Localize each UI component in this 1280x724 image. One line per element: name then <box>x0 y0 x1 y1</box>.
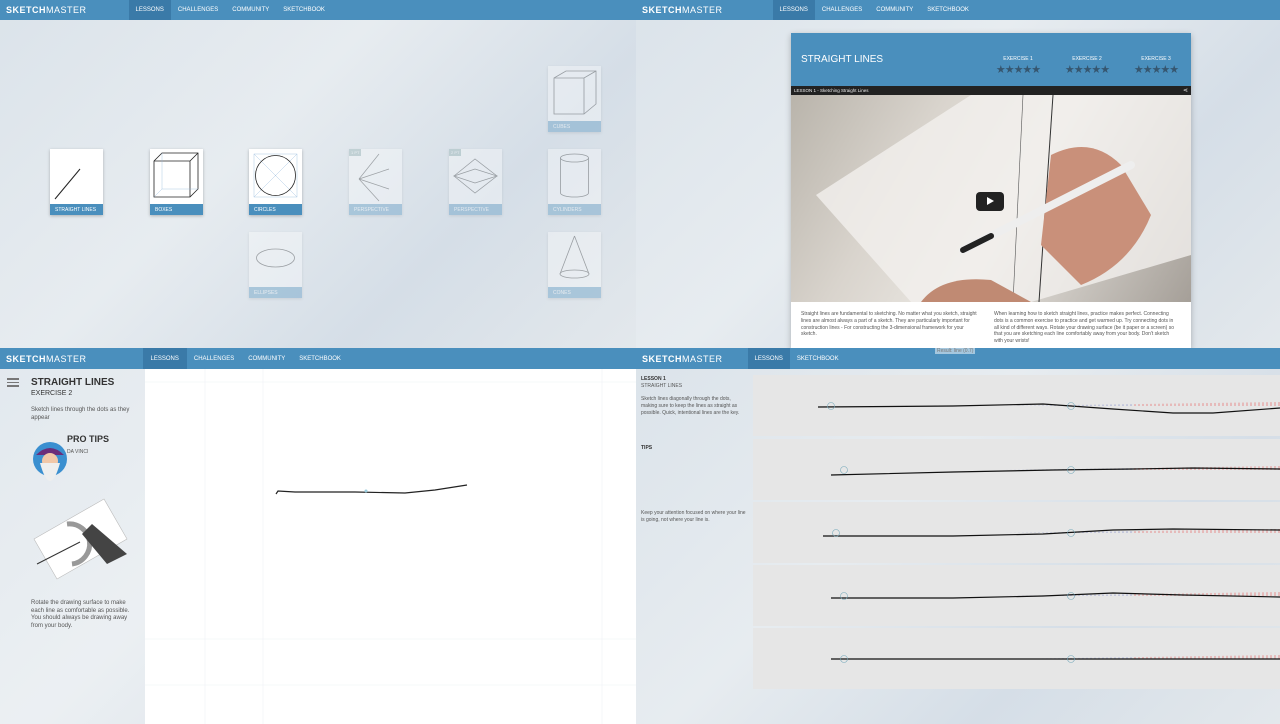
perspective-2pt-thumbnail <box>452 158 499 194</box>
lesson-label: LESSON 1 <box>641 376 666 382</box>
play-button[interactable] <box>976 192 1004 211</box>
lesson-name: STRAIGHT LINES <box>641 383 683 389</box>
exercise-screen: SKETCH MASTER LESSONS CHALLENGES COMMUNIT… <box>0 348 636 724</box>
exercise-2-button[interactable]: EXERCISE 2 ★★★★★ <box>1060 56 1114 76</box>
da-vinci-avatar <box>33 442 67 481</box>
lesson-card-straight-lines[interactable]: STRAIGHT LINES <box>50 149 103 215</box>
lesson-card-cubes[interactable]: CUBES <box>548 66 601 132</box>
target-dot <box>840 466 848 474</box>
cube-thumbnail <box>553 70 597 115</box>
exercise-1-button[interactable]: EXERCISE 1 ★★★★★ <box>991 56 1045 76</box>
target-dot <box>827 402 835 410</box>
nav-sketchbook[interactable]: SKETCHBOOK <box>276 0 332 20</box>
line-attempt-plot <box>831 592 1280 600</box>
line-attempt-row <box>753 375 1280 436</box>
lesson-card-cylinders[interactable]: CYLINDERS <box>548 149 601 215</box>
circle-thumbnail <box>253 153 298 198</box>
exercise-subtitle: EXERCISE 2 <box>31 390 73 397</box>
lesson-panel: STRAIGHT LINES EXERCISE 1 ★★★★★ EXERCISE … <box>791 33 1191 348</box>
lesson-card-cones[interactable]: CONES <box>548 232 601 298</box>
lesson-card-label: ELLIPSES <box>249 287 302 298</box>
level-badge: 2 PT <box>449 149 462 156</box>
nav-sketchbook[interactable]: SKETCHBOOK <box>292 348 348 369</box>
exercise-instruction: Sketch lines through the dots as they ap… <box>31 407 130 421</box>
tipster-name: DA VINCI <box>67 449 89 455</box>
result-score: Result: line (0.7) <box>935 348 976 354</box>
lesson-card-label: CIRCLES <box>249 204 302 215</box>
nav-challenges[interactable]: CHALLENGES <box>815 0 869 20</box>
drawing-surface <box>145 369 636 724</box>
lesson-card-ellipses[interactable]: ELLIPSES <box>249 232 302 298</box>
tip-text: Rotate the drawing surface to make each … <box>31 600 130 629</box>
exercise-title: STRAIGHT LINES <box>31 377 115 388</box>
line-attempt-plot <box>831 655 1280 663</box>
nav-sketchbook[interactable]: SKETCHBOOK <box>920 0 976 20</box>
star-rating: ★★★★★ <box>995 64 1041 76</box>
level-badge: 1 PT <box>349 149 362 156</box>
nav-community[interactable]: COMMUNITY <box>225 0 276 20</box>
cylinder-thumbnail <box>560 153 589 198</box>
drawing-canvas[interactable] <box>145 369 636 724</box>
lesson-text-right: When learning how to sketch straight lin… <box>994 311 1174 345</box>
top-nav: SKETCH MASTER LESSONS CHALLENGES COMMUNIT… <box>0 0 636 20</box>
menu-icon[interactable] <box>7 378 19 389</box>
ellipse-thumbnail <box>256 248 295 268</box>
nav-lessons[interactable]: LESSONS <box>772 0 815 20</box>
lessons-screen: SKETCH MASTER LESSONS CHALLENGES COMMUNIT… <box>0 0 636 348</box>
nav-lessons[interactable]: LESSONS <box>747 348 790 369</box>
video-title-bar: LESSON 1 - Sketching Straight Lines ⋖ <box>791 86 1191 95</box>
lesson-card-label: CYLINDERS <box>548 204 601 215</box>
nav-sketchbook[interactable]: SKETCHBOOK <box>790 348 846 369</box>
lesson-card-label: STRAIGHT LINES <box>50 204 103 215</box>
rotate-surface-illustration <box>33 498 128 580</box>
exercise-sidebar: STRAIGHT LINES EXERCISE 2 Sketch lines t… <box>0 369 145 724</box>
nav-community[interactable]: COMMUNITY <box>241 348 292 369</box>
nav-community[interactable]: COMMUNITY <box>869 0 920 20</box>
line-attempt-plot <box>817 402 1280 414</box>
line-attempt-row <box>753 628 1280 689</box>
lesson-card-label: PERSPECTIVE <box>449 204 502 215</box>
box-thumbnail <box>153 152 199 198</box>
line-attempt-row <box>753 502 1280 563</box>
lesson-card-boxes[interactable]: BOXES <box>150 149 203 215</box>
top-nav: SKETCH MASTER LESSONS CHALLENGES COMMUNIT… <box>636 0 1280 20</box>
logo[interactable]: SKETCH MASTER <box>0 0 111 20</box>
lesson-detail-screen: SKETCH MASTER LESSONS CHALLENGES COMMUNIT… <box>636 0 1280 348</box>
line-attempt-row <box>753 565 1280 626</box>
line-attempt-plot <box>823 528 1280 537</box>
cone-thumbnail <box>559 235 590 279</box>
results-tip: Keep your attention focused on where you… <box>641 510 746 523</box>
nav-challenges[interactable]: CHALLENGES <box>171 0 225 20</box>
lesson-header: STRAIGHT LINES EXERCISE 1 ★★★★★ EXERCISE … <box>791 33 1191 86</box>
top-nav: SKETCH MASTER LESSONS CHALLENGES COMMUNIT… <box>0 348 636 369</box>
lesson-card-label: PERSPECTIVE <box>349 204 402 215</box>
share-icon[interactable]: ⋖ <box>1183 87 1188 94</box>
lesson-card-label: BOXES <box>150 204 203 215</box>
video-player[interactable] <box>791 95 1191 302</box>
results-instruction: Sketch lines diagonally through the dots… <box>641 396 740 416</box>
lesson-card-circles[interactable]: CIRCLES <box>249 149 302 215</box>
logo[interactable]: SKETCH MASTER <box>636 348 748 369</box>
lesson-text-left: Straight lines are fundamental to sketch… <box>801 311 977 338</box>
perspective-1pt-thumbnail <box>358 153 390 202</box>
tips-label: TIPS <box>641 445 653 451</box>
star-rating: ★★★★★ <box>1064 64 1110 76</box>
nav-challenges[interactable]: CHALLENGES <box>187 348 241 369</box>
lesson-card-perspective-2pt[interactable]: 2 PT PERSPECTIVE <box>449 149 502 215</box>
line-attempt-row <box>753 439 1280 500</box>
logo[interactable]: SKETCH MASTER <box>0 348 143 369</box>
pro-tips-heading: PRO TIPS <box>67 434 110 444</box>
line-attempt-plot <box>830 466 1280 476</box>
lesson-title: STRAIGHT LINES <box>801 54 884 65</box>
nav-lessons[interactable]: LESSONS <box>142 348 187 369</box>
results-screen: SKETCH MASTER LESSONS SKETCHBOOK Result: … <box>636 348 1280 724</box>
exercise-3-button[interactable]: EXERCISE 3 ★★★★★ <box>1129 56 1183 76</box>
lesson-card-label: CONES <box>548 287 601 298</box>
lesson-card-label: CUBES <box>548 121 601 132</box>
straight-line-thumbnail <box>54 168 81 200</box>
nav-lessons[interactable]: LESSONS <box>128 0 171 20</box>
logo[interactable]: SKETCH MASTER <box>636 0 747 20</box>
star-rating: ★★★★★ <box>1133 64 1179 76</box>
lesson-card-perspective-1pt[interactable]: 1 PT PERSPECTIVE <box>349 149 402 215</box>
